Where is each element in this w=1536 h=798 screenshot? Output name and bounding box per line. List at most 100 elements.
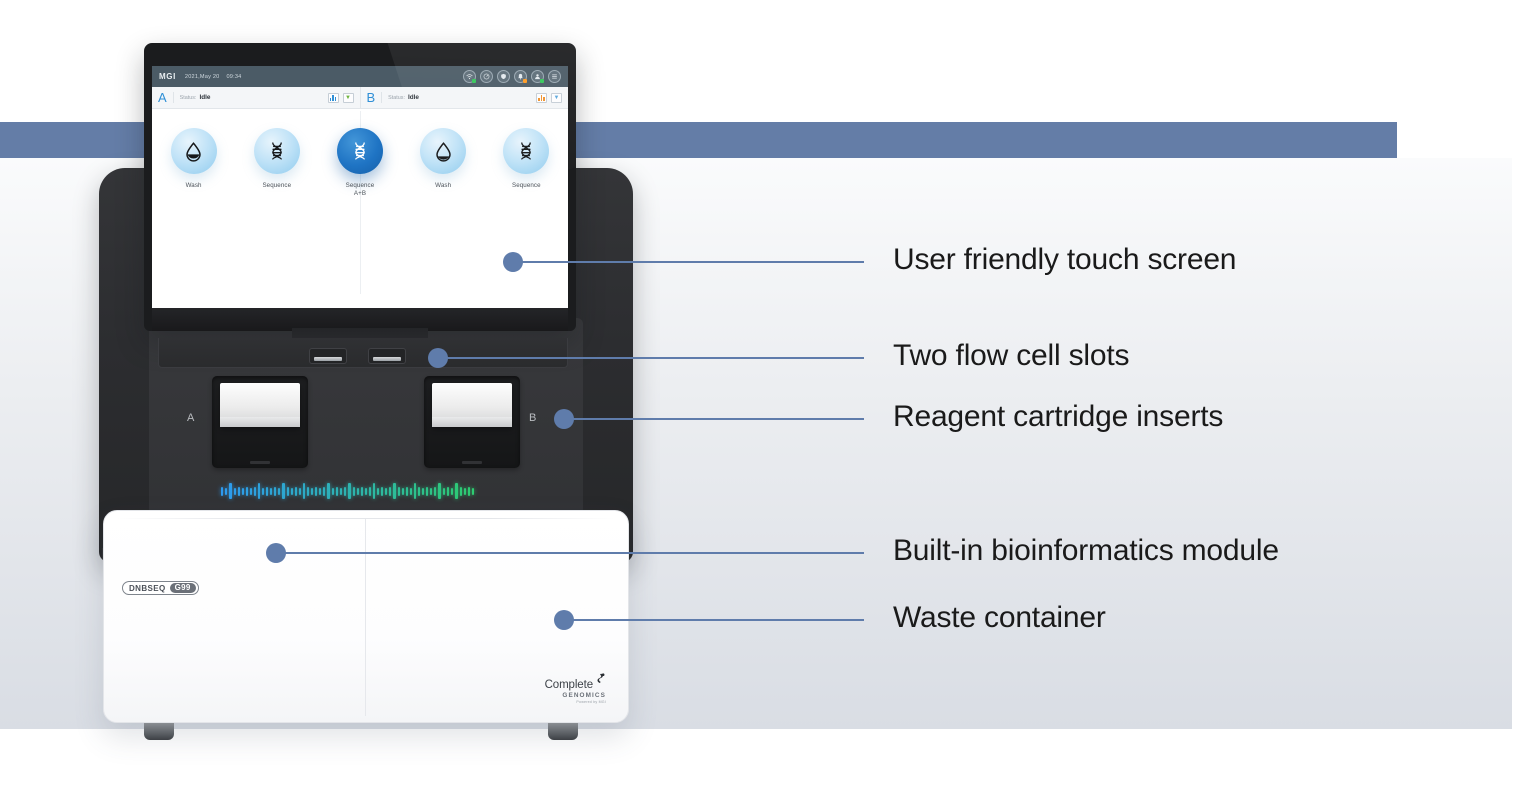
callout-dot[interactable] xyxy=(554,610,574,630)
led-segment xyxy=(245,486,248,496)
touch-screen-display[interactable]: MGI 2021,May 20 09:34 A Status: Idle ▼ B… xyxy=(152,66,568,308)
led-segment xyxy=(450,487,453,495)
callout-label-waste-container: Waste container xyxy=(893,601,1106,634)
reagent-cartridge-bay-a[interactable] xyxy=(212,376,308,468)
flow-cell-slot-b[interactable] xyxy=(368,348,406,364)
slot-a-download-button[interactable]: ▼ xyxy=(342,92,354,103)
callout-dot[interactable] xyxy=(266,543,286,563)
performance-icon[interactable] xyxy=(480,70,493,83)
slot-a-chart-button[interactable] xyxy=(327,92,339,103)
water-drop-icon xyxy=(420,128,467,174)
titlebar-time: 09:34 xyxy=(226,73,242,80)
led-segment xyxy=(278,487,281,495)
workflow-tile-sequence-ab[interactable]: Sequence A+B xyxy=(324,128,396,199)
workflow-tile-label: Wash xyxy=(185,182,202,189)
led-segment xyxy=(418,486,421,496)
slot-a-buttons: ▼ xyxy=(327,92,354,103)
led-segment xyxy=(270,487,273,495)
callout-label-flow-cell-slots: Two flow cell slots xyxy=(893,339,1130,372)
callout-label-reagent-cartridge: Reagent cartridge inserts xyxy=(893,400,1224,433)
slot-a-status-value: Idle xyxy=(199,94,211,101)
notification-badge xyxy=(523,79,527,83)
wifi-status-icon[interactable] xyxy=(463,70,476,83)
callout-label-touch-screen: User friendly touch screen xyxy=(893,243,1237,276)
callout-line xyxy=(438,357,864,359)
led-segment xyxy=(302,483,306,499)
reagent-cartridge-a[interactable] xyxy=(220,383,300,427)
reagent-cartridge-bay-b[interactable] xyxy=(424,376,520,468)
module-door-divider xyxy=(365,519,366,716)
divider xyxy=(172,92,174,103)
led-segment xyxy=(249,487,252,495)
led-segment xyxy=(438,483,441,499)
bay-label-a: A xyxy=(187,412,195,424)
slot-b-buttons: ▼ xyxy=(536,92,562,103)
led-segment xyxy=(294,486,297,496)
led-segment xyxy=(442,487,445,495)
slot-a-status[interactable]: A Status: Idle ▼ xyxy=(152,87,360,108)
flow-cell-deck xyxy=(158,338,568,368)
led-segment xyxy=(356,487,359,495)
callout-line xyxy=(564,418,864,420)
led-segment xyxy=(335,486,338,496)
led-segment xyxy=(377,487,380,495)
led-segment xyxy=(397,486,400,496)
reagent-cartridge-b[interactable] xyxy=(432,383,512,427)
model-badge: DNBSEQ G99 xyxy=(122,581,199,595)
workflow-tile-wash-b[interactable]: Wash xyxy=(407,128,479,190)
model-family-label: DNBSEQ xyxy=(129,583,166,593)
led-segment xyxy=(307,486,310,496)
led-segment xyxy=(262,487,265,495)
callout-label-bioinformatics-module: Built-in bioinformatics module xyxy=(893,534,1279,567)
slot-b-download-button[interactable]: ▼ xyxy=(551,92,562,103)
led-segment xyxy=(372,483,376,499)
titlebar-date: 2021,May 20 xyxy=(184,73,220,80)
led-segment xyxy=(241,487,244,495)
callout-dot[interactable] xyxy=(503,252,523,272)
led-segment xyxy=(393,483,396,499)
bay-notch xyxy=(462,461,482,464)
instrument-foot-left xyxy=(144,723,174,740)
dna-helix-icon xyxy=(253,128,300,174)
slot-b-status-label: Status: xyxy=(388,94,405,101)
dna-helix-icon xyxy=(336,128,383,174)
module-seam-top xyxy=(118,518,614,519)
led-segment xyxy=(229,483,232,499)
notification-bell-icon[interactable] xyxy=(514,70,527,83)
led-segment xyxy=(347,483,351,499)
led-segment xyxy=(381,486,384,496)
led-segment xyxy=(463,487,466,495)
workflow-tile-label: Sequence xyxy=(512,182,541,189)
app-title-bar: MGI 2021,May 20 09:34 xyxy=(152,66,568,87)
titlebar-icon-group xyxy=(463,70,561,83)
workflow-tile-sequence-a[interactable]: Sequence xyxy=(241,128,313,190)
workflow-tile-sequence-b[interactable]: Sequence xyxy=(490,128,562,190)
led-segment xyxy=(459,486,462,496)
slot-b-chart-button[interactable] xyxy=(536,92,547,103)
led-segment xyxy=(343,486,346,496)
callout-dot[interactable] xyxy=(554,409,574,429)
brand-name: Complete xyxy=(544,679,594,691)
led-segment xyxy=(290,487,293,495)
led-segment xyxy=(298,487,301,495)
workflow-tile-wash-a[interactable]: Wash xyxy=(158,128,230,190)
touch-screen-monitor[interactable]: MGI 2021,May 20 09:34 A Status: Idle ▼ B… xyxy=(144,43,576,331)
mgi-logo: MGI xyxy=(159,72,176,81)
slot-b-status[interactable]: B Status: Idle ▼ xyxy=(359,87,569,108)
callout-line xyxy=(513,261,864,263)
led-segment xyxy=(409,487,412,495)
workflow-tile-area: Wash Sequence Sequence A+B Wash Sequence xyxy=(152,109,568,308)
user-account-icon[interactable] xyxy=(531,70,544,83)
led-segment xyxy=(319,487,322,495)
menu-list-icon[interactable] xyxy=(548,70,561,83)
led-segment xyxy=(467,486,470,496)
led-segment xyxy=(221,486,223,496)
led-segment xyxy=(352,486,355,496)
shield-icon[interactable] xyxy=(497,70,510,83)
water-drop-icon xyxy=(170,128,217,174)
flow-cell-slot-a[interactable] xyxy=(309,348,347,364)
led-segment xyxy=(331,487,334,495)
genomics-mark-icon xyxy=(595,672,606,690)
dna-helix-icon xyxy=(503,128,550,174)
callout-dot[interactable] xyxy=(428,348,448,368)
